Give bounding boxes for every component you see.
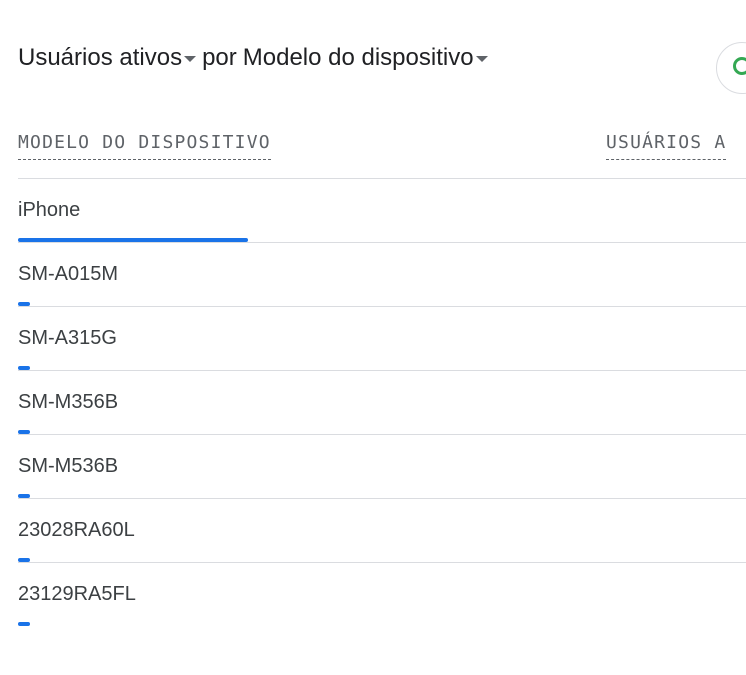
title-connector: por xyxy=(202,44,237,71)
chevron-down-icon xyxy=(475,56,488,62)
dimension-label: Modelo do dispositivo xyxy=(242,44,474,71)
device-model-label: 23028RA60L xyxy=(18,519,135,541)
chevron-down-icon xyxy=(184,56,197,62)
usage-bar xyxy=(18,430,30,434)
table-row[interactable]: iPhone xyxy=(18,179,746,243)
dimension-dropdown[interactable]: Modelo do dispositivo xyxy=(243,44,488,72)
device-model-label: SM-A315G xyxy=(18,327,117,349)
column-header-device-model[interactable]: MODELO DO DISPOSITIVO xyxy=(18,132,271,160)
table-row[interactable]: 23028RA60L xyxy=(18,499,746,563)
card-title: Usuários ativos por Modelo do dispositiv… xyxy=(18,44,488,72)
insights-button[interactable] xyxy=(716,42,746,94)
usage-bar xyxy=(18,494,30,498)
metric-label: Usuários ativos xyxy=(18,44,183,71)
device-model-label: SM-A015M xyxy=(18,263,119,285)
active-users-by-device-card: Usuários ativos por Modelo do dispositiv… xyxy=(0,0,746,675)
table-row[interactable]: 23129RA5FL xyxy=(18,563,746,626)
table-row[interactable]: SM-A315G xyxy=(18,307,746,371)
table-body: iPhone SM-A015M SM-A315G SM-M356B SM-M53… xyxy=(18,179,746,626)
device-model-label: iPhone xyxy=(18,199,81,221)
table-row[interactable]: SM-M536B xyxy=(18,435,746,499)
device-model-label: SM-M356B xyxy=(18,391,119,413)
usage-bar xyxy=(18,558,30,562)
usage-bar xyxy=(18,622,30,626)
usage-bar xyxy=(18,366,30,370)
table-header: MODELO DO DISPOSITIVO USUÁRIOS A xyxy=(18,130,746,179)
device-model-label: SM-M536B xyxy=(18,455,119,477)
usage-bar xyxy=(18,238,248,242)
usage-bar xyxy=(18,302,30,306)
column-header-active-users[interactable]: USUÁRIOS A xyxy=(606,132,727,160)
device-model-label: 23129RA5FL xyxy=(18,583,136,605)
table-row[interactable]: SM-M356B xyxy=(18,371,746,435)
metric-dropdown[interactable]: Usuários ativos xyxy=(18,44,197,72)
table-row[interactable]: SM-A015M xyxy=(18,243,746,307)
google-circle-icon xyxy=(733,57,746,75)
